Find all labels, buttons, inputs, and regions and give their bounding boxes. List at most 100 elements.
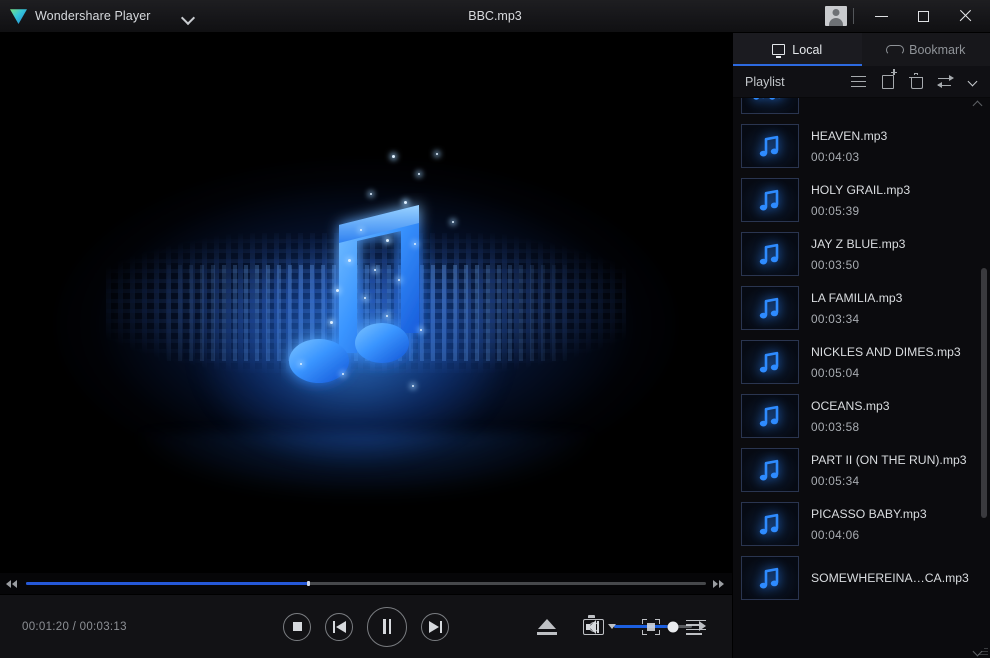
playlist-item-duration: 00:04:03 <box>811 149 860 164</box>
playlist-item[interactable]: NICKLES AND DIMES.mp3 00:05:04 <box>733 335 990 389</box>
playlist-item-title: HOLY GRAIL.mp3 <box>811 182 911 197</box>
playlist-item-meta: HOLY GRAIL.mp3 00:05:39 <box>811 183 910 218</box>
music-note-icon <box>741 556 799 600</box>
seek-slider[interactable] <box>26 581 706 586</box>
playlist-item[interactable]: JAY Z BLUE.mp3 00:03:50 <box>733 227 990 281</box>
control-bar: 00:01:20 / 00:03:13 <box>0 594 732 658</box>
divider <box>853 8 854 24</box>
resize-grip[interactable] <box>976 644 988 656</box>
playlist-toggle-button[interactable] <box>686 619 706 635</box>
playlist-list[interactable]: 00:04:04 HEAVEN.mp3 00:04:03 HOLY GRAIL.mp3… <box>733 98 990 658</box>
seek-fill <box>26 582 309 585</box>
previous-button[interactable] <box>325 612 353 641</box>
tab-local[interactable]: Local <box>733 33 862 66</box>
add-file-icon[interactable] <box>882 68 897 89</box>
playlist-item-duration: 00:03:50 <box>811 257 860 272</box>
seek-bar-row <box>0 572 732 594</box>
title-bar: Wondershare Player BBC.mp3 <box>0 0 990 33</box>
panel-tabs: Local Bookmark <box>733 33 990 66</box>
playlist-item-meta: 00:04:04 <box>811 98 859 99</box>
playlist-item-title: SOMEWHEREINA…CA.mp3 <box>811 571 969 585</box>
music-note-icon <box>741 502 799 546</box>
music-note-icon <box>281 193 451 413</box>
playlist-item-title: OCEANS.mp3 <box>811 398 890 413</box>
time-display: 00:01:20 / 00:03:13 <box>22 620 127 633</box>
tab-bookmark[interactable]: Bookmark <box>862 33 990 66</box>
music-note-icon <box>741 286 799 330</box>
shuffle-icon[interactable] <box>937 74 954 88</box>
wondershare-logo-icon <box>10 8 27 24</box>
playlist-icon <box>686 619 706 635</box>
cloud-icon <box>886 44 905 55</box>
next-icon <box>428 620 442 633</box>
playlist-scrollbar[interactable] <box>981 98 987 658</box>
delete-icon[interactable] <box>909 73 923 89</box>
playlist-item-duration: 00:05:34 <box>811 473 860 488</box>
chevron-down-icon[interactable] <box>181 9 195 23</box>
fast-forward-icon[interactable] <box>712 578 726 590</box>
chevron-down-icon[interactable] <box>608 624 616 629</box>
playlist-item-title: LA FAMILIA.mp3 <box>811 290 903 305</box>
seek-knob[interactable] <box>307 581 311 586</box>
pause-button[interactable] <box>367 606 407 647</box>
playlist-item-duration: 00:04:04 <box>811 98 859 99</box>
maximize-button[interactable] <box>902 0 944 33</box>
player-stage: 00:01:20 / 00:03:13 <box>0 33 732 658</box>
scrollbar-thumb[interactable] <box>981 268 987 518</box>
playlist-item[interactable]: PICASSO BABY.mp3 00:04:06 <box>733 497 990 551</box>
minimize-icon <box>874 15 888 17</box>
playlist-item-title: NICKLES AND DIMES.mp3 <box>811 344 961 359</box>
scroll-up-icon[interactable] <box>973 101 983 109</box>
next-button[interactable] <box>421 612 449 641</box>
playlist-item-title: PART II (ON THE RUN).mp3 <box>811 452 967 467</box>
chevron-down-icon[interactable] <box>969 77 978 86</box>
pause-icon <box>381 619 393 634</box>
volume-knob[interactable] <box>667 621 678 632</box>
camera-icon <box>583 614 604 635</box>
playlist-item[interactable]: PART II (ON THE RUN).mp3 00:05:34 <box>733 443 990 497</box>
playlist-item[interactable]: SOMEWHEREINA…CA.mp3 <box>733 551 990 605</box>
playlist-item-title: PICASSO BABY.mp3 <box>811 506 927 521</box>
playlist-item[interactable]: OCEANS.mp3 00:03:58 <box>733 389 990 443</box>
playlist-label: Playlist <box>745 74 785 89</box>
eject-button[interactable] <box>537 618 557 635</box>
playlist-item[interactable]: 00:04:04 <box>733 98 990 119</box>
fullscreen-icon <box>642 618 660 635</box>
playlist-item[interactable]: LA FAMILIA.mp3 00:03:34 <box>733 281 990 335</box>
music-note-icon <box>741 340 799 384</box>
playlist-item[interactable]: HEAVEN.mp3 00:04:03 <box>733 119 990 173</box>
player-window: Wondershare Player BBC.mp3 00:01:20 / 00… <box>0 0 990 658</box>
user-avatar-icon[interactable] <box>825 6 847 26</box>
snapshot-button[interactable] <box>583 614 616 635</box>
eject-icon <box>537 618 557 635</box>
window-controls <box>825 0 990 32</box>
playlist-item-meta: SOMEWHEREINA…CA.mp3 <box>811 571 969 585</box>
playlist-item-meta: NICKLES AND DIMES.mp3 00:05:04 <box>811 345 961 380</box>
stop-button[interactable] <box>283 612 311 641</box>
playlist-item-duration: 00:03:34 <box>811 311 860 326</box>
list-view-icon[interactable] <box>851 75 866 88</box>
playlist-item-meta: PART II (ON THE RUN).mp3 00:05:34 <box>811 453 967 488</box>
playlist-rows: 00:04:04 HEAVEN.mp3 00:04:03 HOLY GRAIL.mp3… <box>733 98 990 605</box>
app-name-label: Wondershare Player <box>35 9 151 23</box>
minimize-button[interactable] <box>860 0 902 33</box>
playlist-item[interactable]: HOLY GRAIL.mp3 00:05:39 <box>733 173 990 227</box>
music-note-icon <box>741 178 799 222</box>
playlist-header: Playlist <box>733 66 990 98</box>
playlist-item-meta: HEAVEN.mp3 00:04:03 <box>811 129 887 164</box>
floor-reflection <box>131 432 601 502</box>
close-button[interactable] <box>944 0 986 33</box>
visualizer-canvas[interactable] <box>0 33 732 572</box>
playlist-item-title: JAY Z BLUE.mp3 <box>811 236 906 251</box>
stop-icon <box>292 622 302 631</box>
rewind-icon[interactable] <box>6 578 20 590</box>
playlist-item-duration: 00:03:58 <box>811 419 860 434</box>
previous-icon <box>332 620 346 633</box>
playlist-item-meta: PICASSO BABY.mp3 00:04:06 <box>811 507 927 542</box>
monitor-icon <box>772 44 786 58</box>
side-panel: Local Bookmark Playlist 00:04:04H <box>732 33 990 658</box>
title-bar-left: Wondershare Player <box>0 8 195 24</box>
playlist-item-duration: 00:05:04 <box>811 365 860 380</box>
fullscreen-button[interactable] <box>642 618 660 635</box>
playlist-item-meta: LA FAMILIA.mp3 00:03:34 <box>811 291 902 326</box>
